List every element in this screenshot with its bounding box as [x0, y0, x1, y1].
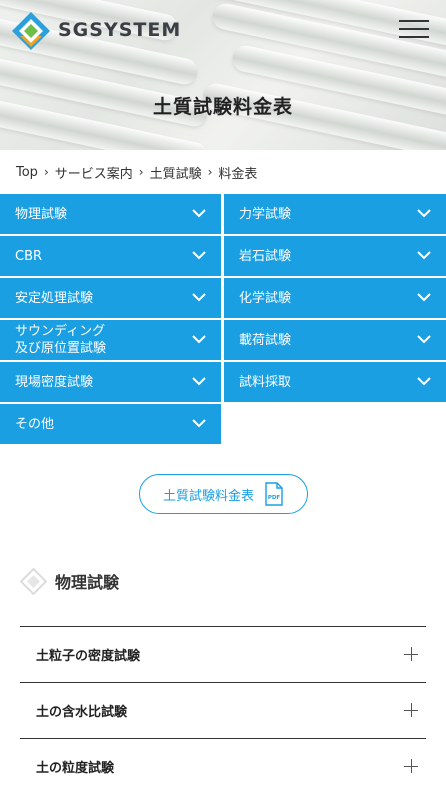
category-sounding-test[interactable]: サウンディング 及び原位置試験: [0, 320, 221, 360]
logo-text: SGSYSTEM: [58, 19, 182, 41]
category-rock-test[interactable]: 岩石試験: [224, 236, 446, 276]
hamburger-menu-button[interactable]: [399, 20, 429, 38]
chevron-down-icon: [417, 335, 431, 344]
category-physical-test[interactable]: 物理試験: [0, 194, 221, 234]
chevron-down-icon: [192, 209, 206, 218]
category-label: 試料採取: [239, 374, 292, 390]
category-label: その他: [15, 416, 55, 432]
breadcrumb: Top › サービス案内 › 土質試験 › 料金表: [16, 162, 257, 182]
category-stabilization-test[interactable]: 安定処理試験: [0, 278, 221, 318]
category-field-density-test[interactable]: 現場密度試験: [0, 362, 221, 402]
accordion-label: 土の含水比試験: [36, 705, 128, 720]
category-other[interactable]: その他: [0, 404, 221, 444]
accordion-item-water-content[interactable]: 土の含水比試験: [20, 682, 426, 738]
pdf-button-label: 土質試験料金表: [162, 488, 254, 504]
accordion-item-grain-size[interactable]: 土の粒度試験: [20, 738, 426, 792]
chevron-right-icon: ›: [43, 165, 49, 179]
section-heading: 物理試験: [20, 566, 119, 596]
category-label: サウンディング 及び原位置試験: [15, 324, 107, 356]
chevron-down-icon: [192, 293, 206, 302]
category-chemical-test[interactable]: 化学試験: [224, 278, 446, 318]
accordion-label: 土の粒度試験: [36, 761, 115, 776]
category-label: 物理試験: [15, 206, 68, 222]
category-label: CBR: [15, 248, 43, 264]
breadcrumb-service[interactable]: サービス案内: [55, 163, 133, 182]
accordion-item-particle-density[interactable]: 土粒子の密度試験: [20, 626, 426, 682]
breadcrumb-top[interactable]: Top: [16, 165, 38, 180]
chevron-right-icon: ›: [138, 165, 144, 179]
category-label: 現場密度試験: [15, 374, 94, 390]
hero-banner: SGSYSTEM 土質試験料金表: [0, 0, 446, 150]
plus-icon: [404, 647, 418, 661]
category-cbr[interactable]: CBR: [0, 236, 221, 276]
category-label: 化学試験: [239, 290, 292, 306]
plus-icon: [404, 703, 418, 717]
section-title: 物理試験: [55, 573, 120, 592]
plus-icon: [404, 759, 418, 773]
category-mechanical-test[interactable]: 力学試験: [224, 194, 446, 234]
category-loading-test[interactable]: 載荷試験: [224, 320, 446, 360]
price-list-pdf-button[interactable]: 土質試験料金表 PDF: [139, 474, 308, 514]
category-label: 載荷試験: [239, 332, 292, 348]
diamond-logo-icon: [20, 567, 47, 595]
chevron-down-icon: [417, 209, 431, 218]
chevron-down-icon: [417, 377, 431, 386]
category-label: 安定処理試験: [15, 290, 94, 306]
site-logo[interactable]: SGSYSTEM: [10, 10, 181, 50]
chevron-down-icon: [417, 293, 431, 302]
category-sampling[interactable]: 試料採取: [224, 362, 446, 402]
category-label: 力学試験: [239, 206, 292, 222]
chevron-down-icon: [192, 335, 206, 344]
logo-mark-icon: [12, 12, 50, 50]
chevron-down-icon: [192, 251, 206, 260]
category-label: 岩石試験: [239, 248, 292, 264]
pdf-file-icon: PDF: [265, 482, 283, 506]
chevron-right-icon: ›: [207, 165, 213, 179]
breadcrumb-soil-test[interactable]: 土質試験: [150, 163, 202, 182]
accordion-label: 土粒子の密度試験: [36, 649, 141, 664]
pdf-icon-text: PDF: [268, 495, 281, 501]
chevron-down-icon: [192, 377, 206, 386]
breadcrumb-current: 料金表: [218, 166, 258, 182]
chevron-down-icon: [417, 251, 431, 260]
page-title: 土質試験料金表: [152, 96, 293, 118]
chevron-down-icon: [192, 419, 206, 428]
